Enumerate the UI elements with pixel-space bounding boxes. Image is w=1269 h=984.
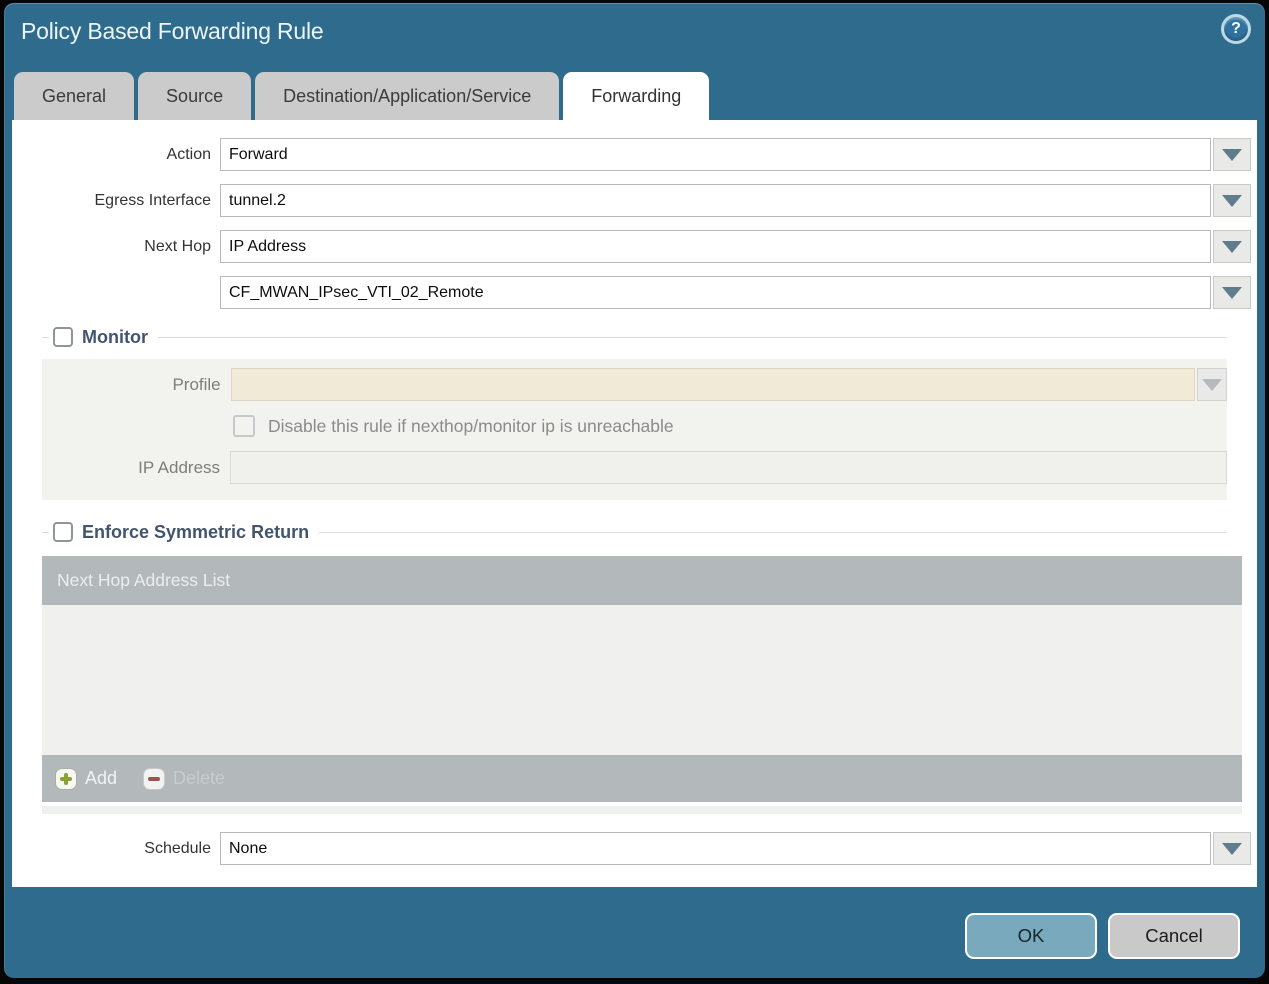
next-hop-address-list-table: Next Hop Address List Add Delete — [42, 556, 1242, 802]
action-label: Action — [166, 146, 211, 163]
monitor-ip-address-input-disabled — [230, 451, 1227, 484]
chevron-down-icon — [1202, 378, 1222, 391]
screenshot-frame: Policy Based Forwarding Rule ? General S… — [0, 0, 1269, 984]
pbf-rule-dialog: Policy Based Forwarding Rule ? General S… — [4, 3, 1265, 978]
egress-interface-select[interactable]: tunnel.2 — [220, 184, 1211, 217]
next-hop-address-dropdown-button[interactable] — [1213, 276, 1251, 309]
help-button[interactable]: ? — [1221, 14, 1251, 44]
chevron-down-icon — [1222, 286, 1242, 299]
schedule-row: Schedule None — [12, 832, 1257, 865]
ok-button[interactable]: OK — [965, 913, 1097, 959]
title-bar: Policy Based Forwarding Rule ? — [4, 3, 1265, 69]
egress-interface-label: Egress Interface — [94, 192, 212, 209]
add-plus-icon — [55, 767, 77, 790]
next-hop-address-list-toolbar: Add Delete — [42, 755, 1242, 802]
monitor-section-header: Monitor — [42, 325, 1227, 349]
cancel-button[interactable]: Cancel — [1108, 913, 1240, 959]
profile-select-disabled — [230, 368, 1195, 401]
delete-minus-icon — [143, 767, 166, 790]
enforce-symmetric-return-checkbox[interactable] — [53, 522, 73, 542]
disable-rule-checkbox-disabled — [233, 415, 255, 437]
monitor-panel: Profile Disable this rule if nexthop/mon… — [42, 359, 1227, 500]
chevron-down-icon — [1222, 842, 1242, 855]
next-hop-address-label-spacer — [12, 276, 220, 309]
schedule-label: Schedule — [144, 840, 211, 857]
dialog-footer: OK Cancel — [4, 887, 1265, 959]
profile-dropdown-button-disabled — [1197, 368, 1227, 401]
enforce-symmetric-return-title: Enforce Symmetric Return — [82, 521, 310, 542]
action-row: Action Forward — [12, 138, 1257, 171]
table-scroll-strip — [42, 806, 1242, 814]
profile-label: Profile — [172, 375, 221, 394]
next-hop-dropdown-button[interactable] — [1213, 230, 1251, 263]
tab-source[interactable]: Source — [138, 72, 252, 120]
monitor-section-title: Monitor — [82, 326, 148, 347]
chevron-down-icon — [1222, 240, 1242, 253]
next-hop-row: Next Hop IP Address — [12, 230, 1257, 263]
action-dropdown-button[interactable] — [1213, 138, 1251, 171]
next-hop-address-list-body[interactable] — [42, 605, 1242, 755]
enforce-symmetric-return-header: Enforce Symmetric Return — [42, 520, 1227, 544]
monitor-checkbox[interactable] — [53, 327, 73, 347]
disable-rule-row: Disable this rule if nexthop/monitor ip … — [233, 415, 1227, 437]
disable-rule-label: Disable this rule if nexthop/monitor ip … — [268, 415, 674, 436]
delete-button-label: Delete — [173, 768, 226, 788]
chevron-down-icon — [1222, 194, 1242, 207]
next-hop-label: Next Hop — [144, 238, 211, 255]
egress-interface-row: Egress Interface tunnel.2 — [12, 184, 1257, 217]
monitor-ip-address-label: IP Address — [138, 458, 221, 477]
dialog-title: Policy Based Forwarding Rule — [21, 18, 324, 44]
monitor-ip-address-row: IP Address — [42, 451, 1227, 484]
egress-interface-dropdown-button[interactable] — [1213, 184, 1251, 217]
monitor-section: Monitor Profile Disable this rule if nex… — [42, 325, 1227, 500]
tab-content-forwarding: Action Forward Egress Interface tunnel.2 — [12, 120, 1257, 887]
tab-forwarding[interactable]: Forwarding — [563, 72, 710, 120]
profile-row: Profile — [42, 368, 1227, 401]
next-hop-select[interactable]: IP Address — [220, 230, 1211, 263]
tab-destination-application-service[interactable]: Destination/Application/Service — [255, 72, 560, 120]
next-hop-address-list-header: Next Hop Address List — [42, 556, 1242, 605]
add-button[interactable]: Add — [55, 767, 118, 790]
action-select[interactable]: Forward — [220, 138, 1211, 171]
add-button-label: Add — [85, 768, 118, 788]
next-hop-address-select[interactable]: CF_MWAN_IPsec_VTI_02_Remote — [220, 276, 1211, 309]
next-hop-address-row: CF_MWAN_IPsec_VTI_02_Remote — [12, 276, 1257, 309]
help-icon: ? — [1224, 17, 1248, 41]
tab-general[interactable]: General — [14, 72, 135, 120]
tab-bar: General Source Destination/Application/S… — [4, 69, 1265, 120]
schedule-dropdown-button[interactable] — [1213, 832, 1251, 865]
chevron-down-icon — [1222, 148, 1242, 161]
delete-button-disabled: Delete — [143, 767, 226, 790]
enforce-symmetric-return-section: Enforce Symmetric Return Next Hop Addres… — [42, 520, 1242, 814]
schedule-select[interactable]: None — [220, 832, 1211, 865]
